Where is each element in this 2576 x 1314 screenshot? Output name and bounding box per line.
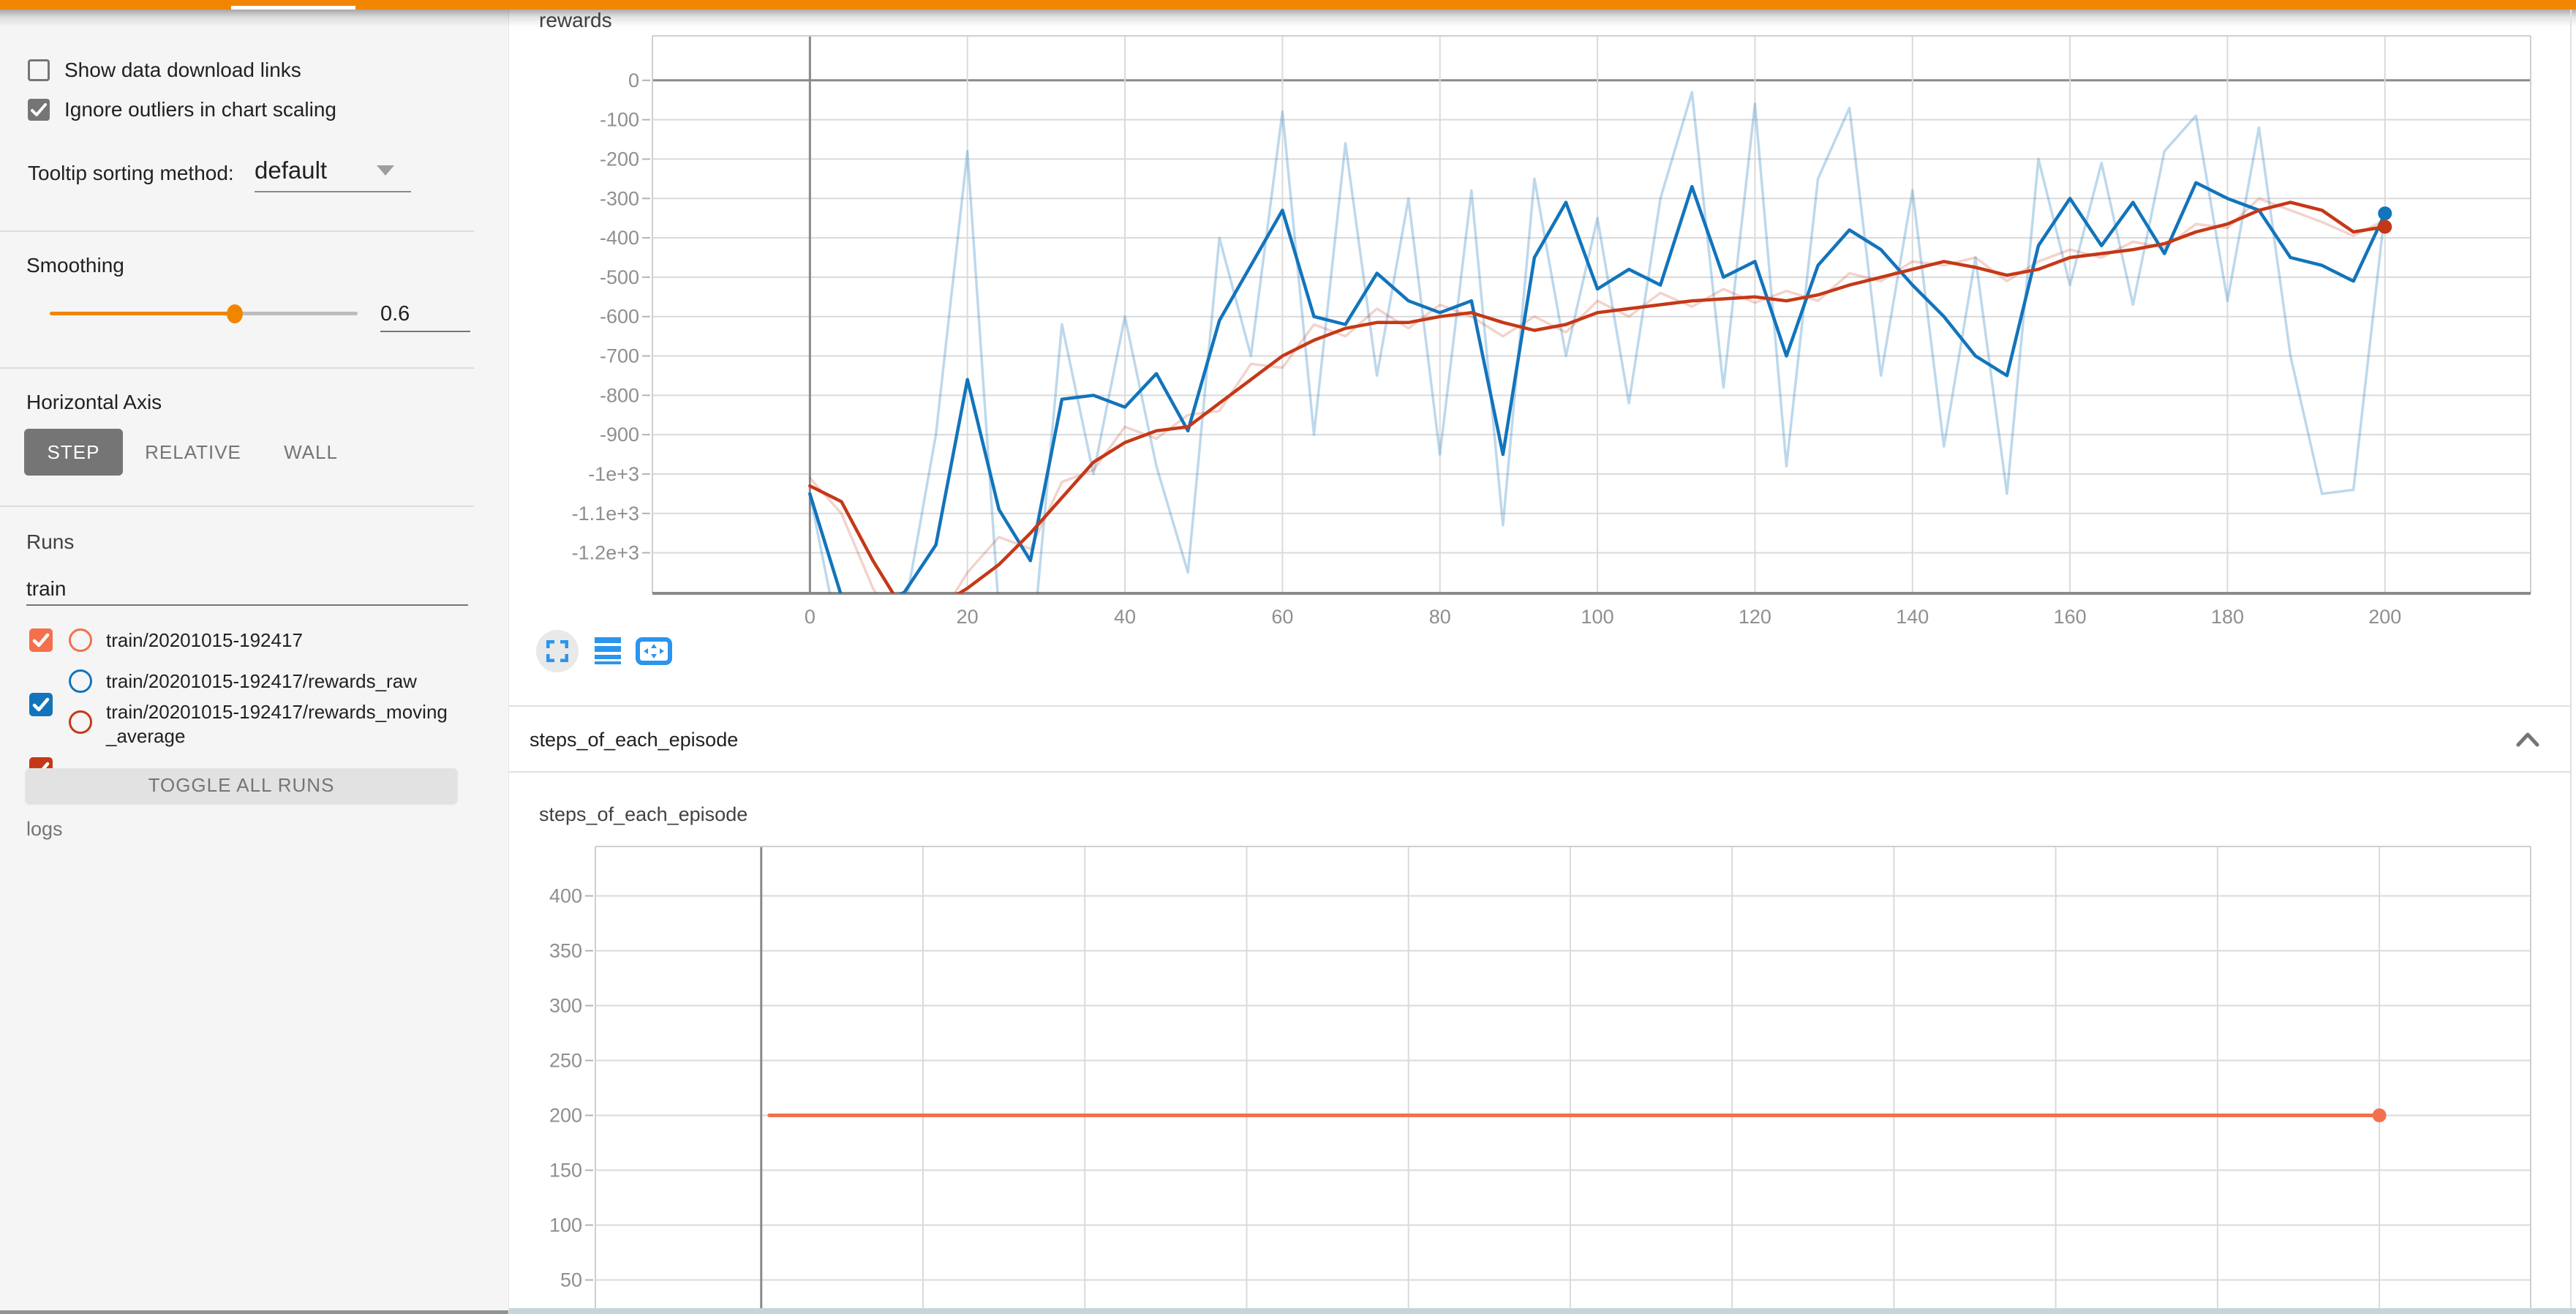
- smoothing-slider-track[interactable]: [235, 312, 358, 315]
- rewards-chart[interactable]: 0 -100 -200 -300 -400 -500 -600 -700 -800 -900 -1e…: [509, 26, 2576, 629]
- svg-text:400: 400: [549, 885, 582, 907]
- svg-text:100: 100: [1581, 606, 1614, 628]
- tooltip-sorting-select[interactable]: default: [255, 157, 327, 184]
- svg-text:100: 100: [549, 1214, 582, 1236]
- axis-step-button[interactable]: STEP: [24, 429, 123, 476]
- steps-chart-title: steps_of_each_episode: [539, 803, 747, 826]
- divider: [0, 230, 474, 232]
- svg-text:200: 200: [2368, 606, 2401, 628]
- check-icon: [29, 693, 53, 716]
- run-color-circle[interactable]: [69, 669, 92, 693]
- svg-text:200: 200: [549, 1105, 582, 1127]
- axis-wall-button[interactable]: WALL: [271, 429, 351, 476]
- divider: [0, 506, 474, 507]
- svg-text:300: 300: [549, 995, 582, 1017]
- smoothing-slider-thumb[interactable]: [227, 304, 243, 323]
- runs-filter-underline: [26, 604, 468, 606]
- svg-text:180: 180: [2211, 606, 2244, 628]
- svg-text:-100: -100: [600, 109, 639, 131]
- svg-text:-800: -800: [600, 384, 639, 406]
- svg-text:-400: -400: [600, 227, 639, 249]
- toggle-all-runs-button[interactable]: TOGGLE ALL RUNS: [26, 768, 457, 803]
- ignore-outliers-label: Ignore outliers in chart scaling: [64, 99, 336, 121]
- svg-text:350: 350: [549, 940, 582, 962]
- chevron-up-icon[interactable]: [2514, 730, 2542, 749]
- smoothing-value-underline: [380, 331, 470, 332]
- run-label[interactable]: train/20201015-192417: [106, 628, 457, 653]
- section-divider: [509, 771, 2572, 773]
- svg-text:250: 250: [549, 1050, 582, 1072]
- svg-text:0: 0: [805, 606, 816, 628]
- run-color-circle[interactable]: [69, 628, 92, 652]
- axis-relative-button[interactable]: RELATIVE: [142, 429, 244, 476]
- tooltip-sorting-label: Tooltip sorting method:: [28, 162, 234, 185]
- show-data-download-links-label: Show data download links: [64, 59, 301, 81]
- run-label[interactable]: train/20201015-192417/rewards_raw: [106, 669, 457, 694]
- svg-text:-900: -900: [600, 424, 639, 446]
- smoothing-slider-active-track[interactable]: [50, 312, 235, 315]
- section-header-title[interactable]: steps_of_each_episode: [530, 729, 738, 751]
- fit-domain-icon[interactable]: [636, 637, 672, 665]
- horizontal-axis-label: Horizontal Axis: [26, 391, 162, 414]
- svg-text:-600: -600: [600, 306, 639, 328]
- run-label[interactable]: train/20201015-192417/rewards_moving_ave…: [106, 700, 457, 748]
- svg-text:160: 160: [2054, 606, 2087, 628]
- svg-text:0: 0: [628, 70, 639, 91]
- card-divider: [509, 705, 2572, 707]
- svg-text:-300: -300: [600, 187, 639, 209]
- svg-text:150: 150: [549, 1160, 582, 1182]
- ignore-outliers-checkbox[interactable]: [28, 99, 50, 121]
- svg-text:140: 140: [1896, 606, 1929, 628]
- run-checkbox[interactable]: [29, 693, 53, 716]
- fullscreen-icon[interactable]: [546, 640, 568, 662]
- run-checkbox[interactable]: [29, 628, 53, 652]
- check-icon: [29, 628, 53, 652]
- tooltip-sorting-underline: [255, 191, 411, 192]
- horizontal-scrollbar[interactable]: [509, 1308, 2576, 1314]
- divider: [0, 367, 474, 369]
- window-bottom-edge: [0, 1310, 508, 1314]
- show-data-download-links-checkbox[interactable]: [28, 59, 50, 81]
- svg-text:80: 80: [1429, 606, 1451, 628]
- svg-text:-700: -700: [600, 345, 639, 367]
- scrollbar-track[interactable]: [2570, 10, 2572, 1314]
- runs-filter-input[interactable]: train: [26, 577, 66, 601]
- svg-text:120: 120: [1739, 606, 1771, 628]
- app-toolbar: [0, 0, 2576, 10]
- tensorboard-window: Show data download links Ignore outliers…: [0, 0, 2576, 1314]
- caret-down-icon[interactable]: [377, 165, 394, 176]
- steps-chart[interactable]: 400 350 300 250 200 150 100 50: [509, 834, 2576, 1314]
- settings-sidebar: Show data download links Ignore outliers…: [0, 10, 509, 1314]
- svg-text:-200: -200: [600, 148, 639, 170]
- svg-text:40: 40: [1114, 606, 1136, 628]
- svg-text:-1.2e+3: -1.2e+3: [572, 542, 639, 564]
- svg-text:20: 20: [957, 606, 979, 628]
- svg-text:-1.1e+3: -1.1e+3: [572, 503, 639, 525]
- run-color-circle[interactable]: [69, 710, 92, 734]
- run-row: train/20201015-192417/rewards_raw: [0, 33, 508, 56]
- runs-label: Runs: [26, 530, 74, 554]
- svg-text:60: 60: [1271, 606, 1293, 628]
- svg-text:50: 50: [560, 1269, 582, 1291]
- data-lines-icon[interactable]: [595, 637, 621, 665]
- check-icon: [28, 99, 50, 121]
- svg-text:-500: -500: [600, 266, 639, 288]
- smoothing-value-input[interactable]: 0.6: [380, 302, 410, 326]
- rewards-chart-title: rewards: [539, 9, 612, 32]
- smoothing-label: Smoothing: [26, 254, 124, 277]
- run-row: train/20201015-192417: [0, 10, 508, 33]
- logs-label: logs: [26, 818, 63, 841]
- svg-text:-1e+3: -1e+3: [588, 463, 639, 485]
